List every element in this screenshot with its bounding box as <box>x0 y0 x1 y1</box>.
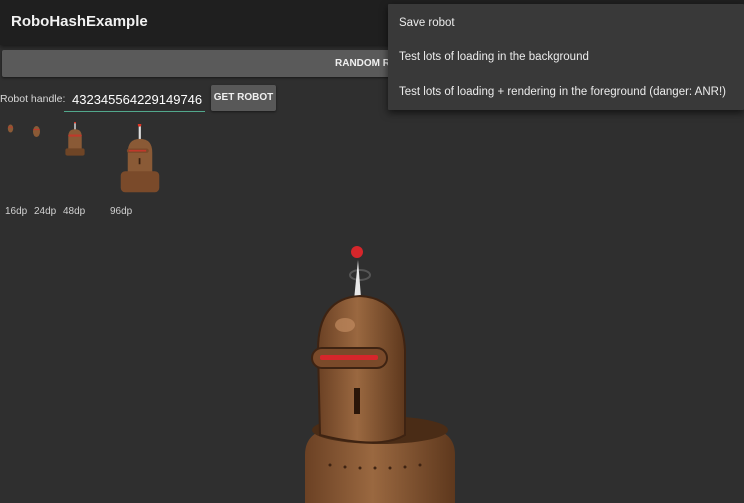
menu-item-foreground-loading[interactable]: Test lots of loading + rendering in the … <box>399 86 726 98</box>
robot-thumbnail-96dp <box>120 124 160 193</box>
menu-item-save-robot[interactable]: Save robot <box>399 17 455 29</box>
thumbnail-size-label: 16dp <box>5 206 28 217</box>
robot-thumbnail-16dp <box>7 124 14 133</box>
robot-thumbnail-48dp <box>65 122 85 156</box>
thumbnail-size-label: 48dp <box>63 206 86 217</box>
thumbnail-size-label: 96dp <box>110 206 133 217</box>
thumbnail-size-label: 24dp <box>34 206 57 217</box>
robot-handle-label: Robot handle: <box>0 93 66 105</box>
robot-thumbnail-24dp <box>32 126 41 138</box>
get-robot-button[interactable]: GET ROBOT <box>211 85 276 111</box>
app-title: RoboHashExample <box>11 13 148 30</box>
robot-image <box>305 246 455 503</box>
robot-handle-input[interactable] <box>64 88 205 112</box>
menu-item-background-loading[interactable]: Test lots of loading in the background <box>399 51 589 63</box>
overflow-menu: Save robot Test lots of loading in the b… <box>388 4 744 110</box>
